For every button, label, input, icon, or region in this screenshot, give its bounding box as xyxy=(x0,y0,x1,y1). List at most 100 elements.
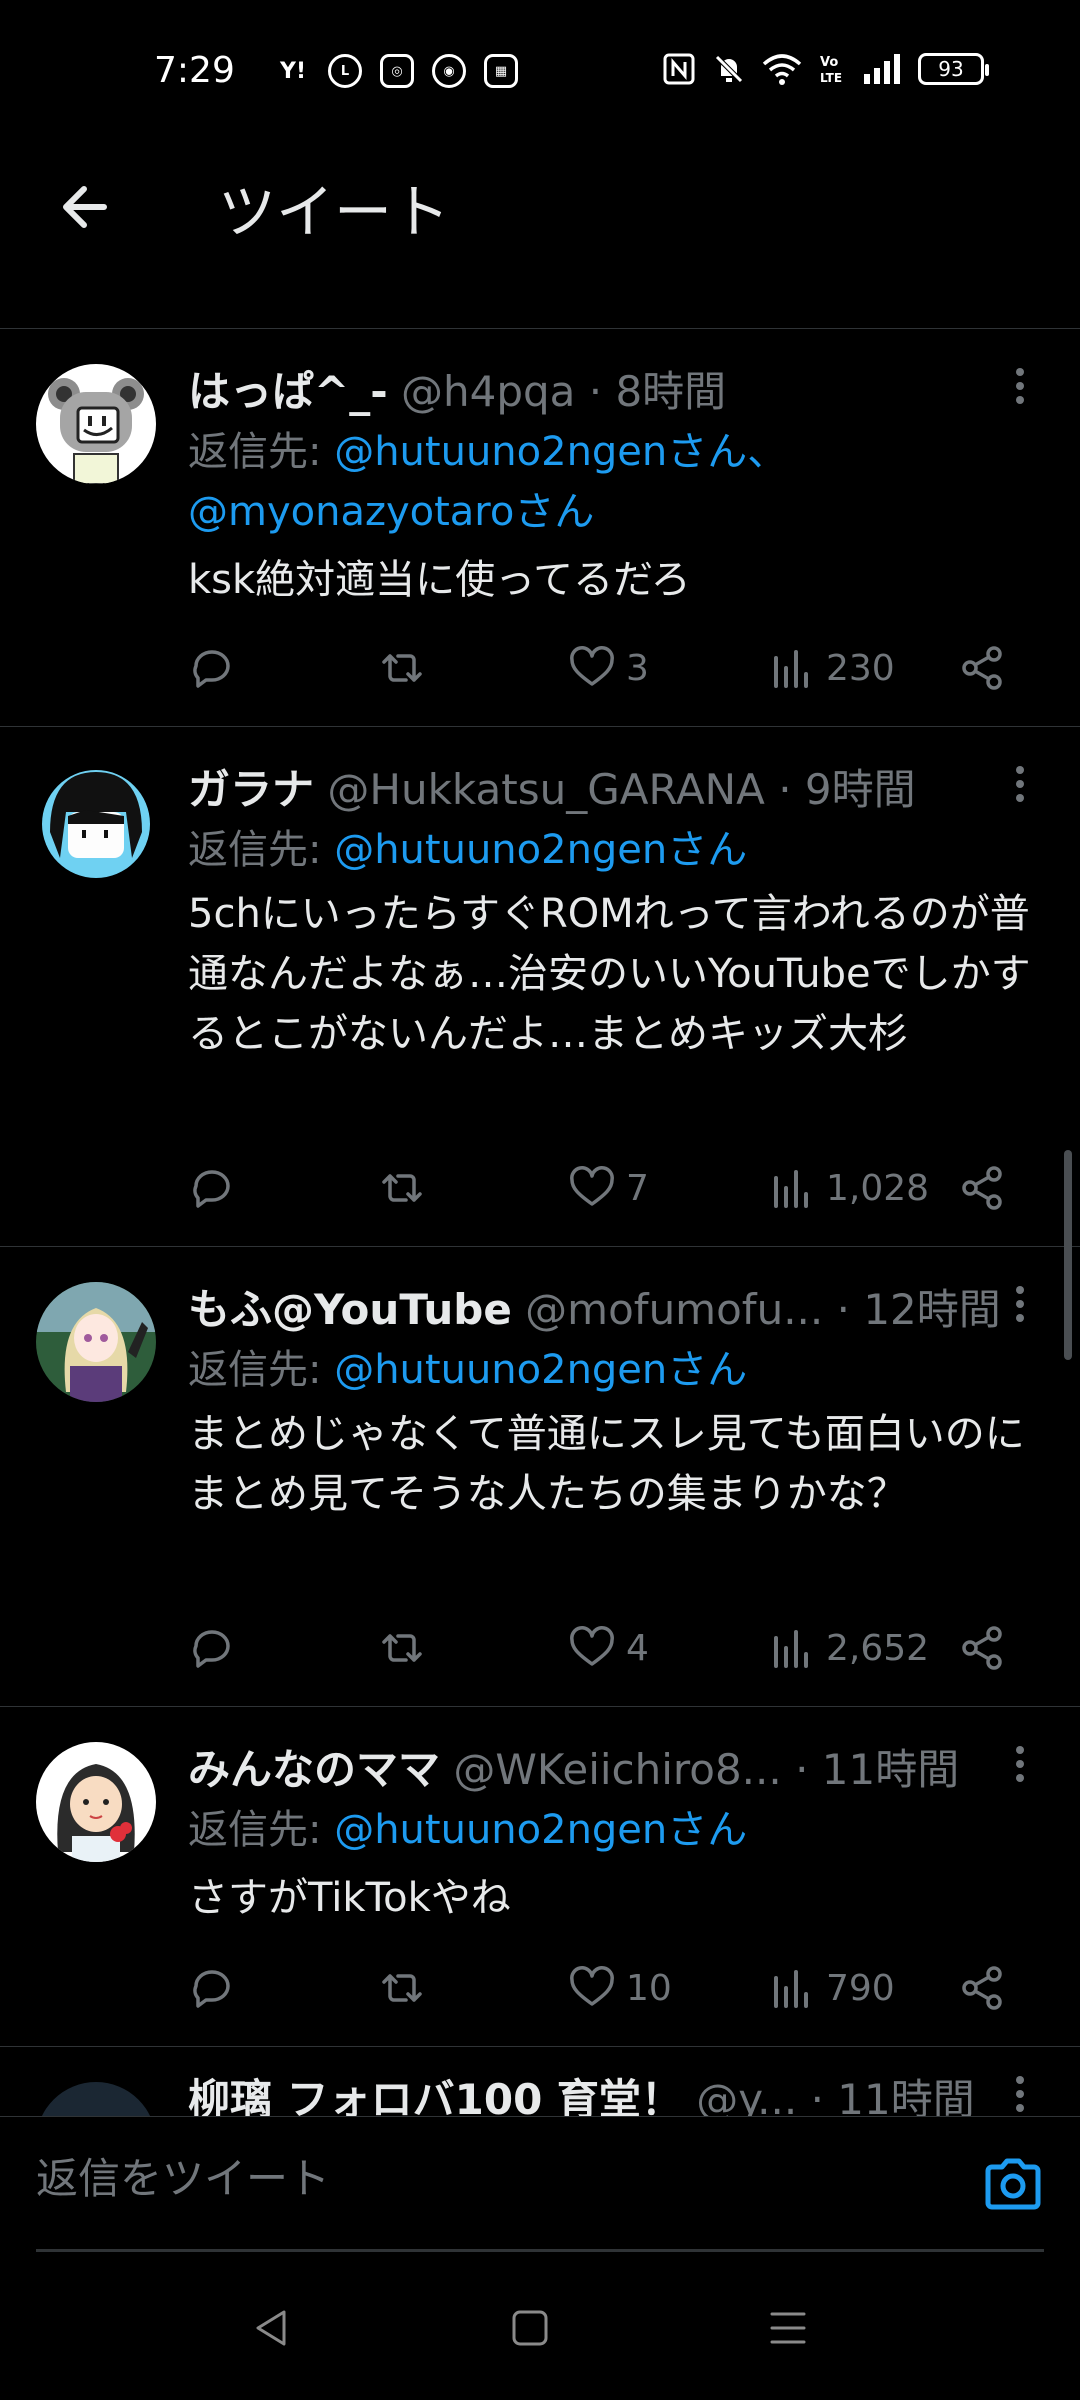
share-button[interactable] xyxy=(958,1958,1006,2018)
view-count: 790 xyxy=(826,1967,895,2009)
share-button[interactable] xyxy=(958,638,1006,698)
like-count: 7 xyxy=(626,1167,649,1209)
tweet[interactable]: はっぱ^_- @h4pqa · 8時間 返信先: @hutuuno2ngenさん… xyxy=(0,328,1080,727)
photo-app-icon: ▦ xyxy=(484,54,518,88)
retweet-button[interactable] xyxy=(378,1618,426,1678)
display-name[interactable]: もふ@YouTube xyxy=(188,1285,512,1334)
tweet-time: · 8時間 xyxy=(588,367,727,416)
user-handle[interactable]: @mofumofu... xyxy=(525,1285,823,1334)
wifi-icon xyxy=(762,54,802,85)
tweet-text: 5chにいったらすぐROMれって言われるのが普通なんだよなぁ…治安のいいYouT… xyxy=(188,891,1031,1057)
avatar[interactable] xyxy=(36,364,156,484)
like-button[interactable]: 4 xyxy=(568,1618,649,1678)
scrollbar[interactable] xyxy=(1064,1150,1072,1360)
user-handle[interactable]: @Hukkatsu_GARANA xyxy=(327,765,764,814)
volte-icon: VoLTE xyxy=(820,55,842,85)
display-name[interactable]: みんなのママ xyxy=(188,1745,440,1794)
user-handle[interactable]: @h4pqa xyxy=(401,367,575,416)
tweet-actions: 7 1,028 xyxy=(188,1158,1028,1218)
tweet[interactable]: もふ@YouTube @mofumofu... · 12時間 返信先: @hut… xyxy=(0,1246,1080,1707)
more-options-icon[interactable] xyxy=(1000,760,1040,820)
mute-icon xyxy=(715,55,743,83)
reply-composer[interactable]: 返信をツイート xyxy=(0,2116,1080,2255)
reply-button[interactable] xyxy=(188,1618,236,1678)
analytics-icon xyxy=(774,1630,808,1668)
reply-icon xyxy=(193,650,230,688)
chrome-icon: ◉ xyxy=(432,54,466,88)
more-options-icon[interactable] xyxy=(1000,362,1040,422)
reply-input[interactable]: 返信をツイート xyxy=(36,2145,330,2206)
nav-home-icon[interactable] xyxy=(508,2306,552,2350)
tweet[interactable]: 柳璃 フォロバ100 育堂！ @y... · 11時間 xyxy=(0,2046,1080,2116)
svg-text:Vo: Vo xyxy=(820,55,838,70)
reply-button[interactable] xyxy=(188,638,236,698)
nav-back-icon[interactable] xyxy=(250,2306,294,2350)
battery-level: 93 xyxy=(938,57,964,81)
reply-to-label: 返信先: xyxy=(188,429,335,475)
reply-to-label: 返信先: xyxy=(188,827,335,873)
reply-icon xyxy=(193,1970,230,2008)
reply-button[interactable] xyxy=(188,1958,236,2018)
mention-link[interactable]: @hutuuno2ngenさん xyxy=(334,1807,747,1853)
heart-icon xyxy=(570,1966,614,2006)
composer-underline xyxy=(36,2249,1044,2252)
mention-link[interactable]: @hutuuno2ngenさん xyxy=(334,1347,747,1393)
mention-link[interactable]: @myonazyotaroさん xyxy=(188,489,594,535)
display-name[interactable]: 柳璃 フォロバ100 育堂！ xyxy=(188,2075,683,2116)
tweet[interactable]: みんなのママ @WKeiichiro8... · 11時間 返信先: @hutu… xyxy=(0,1706,1080,2047)
share-button[interactable] xyxy=(958,1618,1006,1678)
reply-icon xyxy=(193,1630,230,1668)
mention-link[interactable]: @hutuuno2ngenさん、 xyxy=(334,429,787,475)
view-count: 230 xyxy=(826,647,895,689)
analytics-icon xyxy=(774,1170,808,1208)
like-count: 3 xyxy=(626,647,649,689)
avatar[interactable] xyxy=(36,1742,156,1862)
like-button[interactable]: 10 xyxy=(568,1958,672,2018)
heart-icon xyxy=(570,1626,614,1666)
reply-icon xyxy=(193,1170,230,1208)
tweet-time: · 11時間 xyxy=(810,2075,975,2116)
signal-icon xyxy=(864,54,900,84)
more-options-icon[interactable] xyxy=(1000,1280,1040,1340)
avatar[interactable] xyxy=(36,1282,156,1402)
share-button[interactable] xyxy=(958,1158,1006,1218)
back-arrow-icon[interactable] xyxy=(54,175,118,239)
retweet-button[interactable] xyxy=(378,638,426,698)
tweet[interactable]: ガラナ @Hukkatsu_GARANA · 9時間 返信先: @hutuuno… xyxy=(0,726,1080,1247)
camera-icon[interactable] xyxy=(982,2153,1044,2215)
tweet-actions: 10 790 xyxy=(188,1958,1028,2018)
nfc-icon xyxy=(663,53,695,85)
tweet-time: · 9時間 xyxy=(778,765,916,814)
display-name[interactable]: ガラナ xyxy=(188,765,314,814)
reply-to-label: 返信先: xyxy=(188,1347,335,1393)
like-button[interactable]: 3 xyxy=(568,638,649,698)
instagram-icon: ◎ xyxy=(380,54,414,88)
notification-icons: Y! L ◎ ◉ ▦ xyxy=(276,54,518,88)
reply-to: 返信先: @hutuuno2ngenさん xyxy=(188,1340,1048,1400)
retweet-button[interactable] xyxy=(378,1158,426,1218)
views-button[interactable]: 230 xyxy=(768,638,895,698)
user-handle[interactable]: @y... xyxy=(696,2075,797,2116)
views-button[interactable]: 790 xyxy=(768,1958,895,2018)
avatar[interactable] xyxy=(36,762,156,882)
views-button[interactable]: 2,652 xyxy=(768,1618,929,1678)
heart-icon xyxy=(570,646,614,686)
analytics-icon xyxy=(774,1970,808,2008)
display-name[interactable]: はっぱ^_- xyxy=(188,367,388,416)
tweet-time: · 11時間 xyxy=(795,1745,960,1794)
avatar[interactable] xyxy=(36,2082,156,2116)
svg-text:LTE: LTE xyxy=(820,71,842,85)
user-handle[interactable]: @WKeiichiro8... xyxy=(453,1745,781,1794)
view-count: 2,652 xyxy=(826,1627,930,1669)
retweet-button[interactable] xyxy=(378,1958,426,2018)
views-button[interactable]: 1,028 xyxy=(768,1158,929,1218)
more-options-icon[interactable] xyxy=(1000,2070,1040,2116)
page-title: ツイート xyxy=(218,178,451,246)
like-button[interactable]: 7 xyxy=(568,1158,649,1218)
analytics-icon xyxy=(774,650,808,688)
reply-button[interactable] xyxy=(188,1158,236,1218)
mention-link[interactable]: @hutuuno2ngenさん xyxy=(334,827,747,873)
nav-recents-icon[interactable] xyxy=(766,2306,810,2350)
previous-tweet-actions-partial xyxy=(0,284,1080,329)
more-options-icon[interactable] xyxy=(1000,1740,1040,1800)
